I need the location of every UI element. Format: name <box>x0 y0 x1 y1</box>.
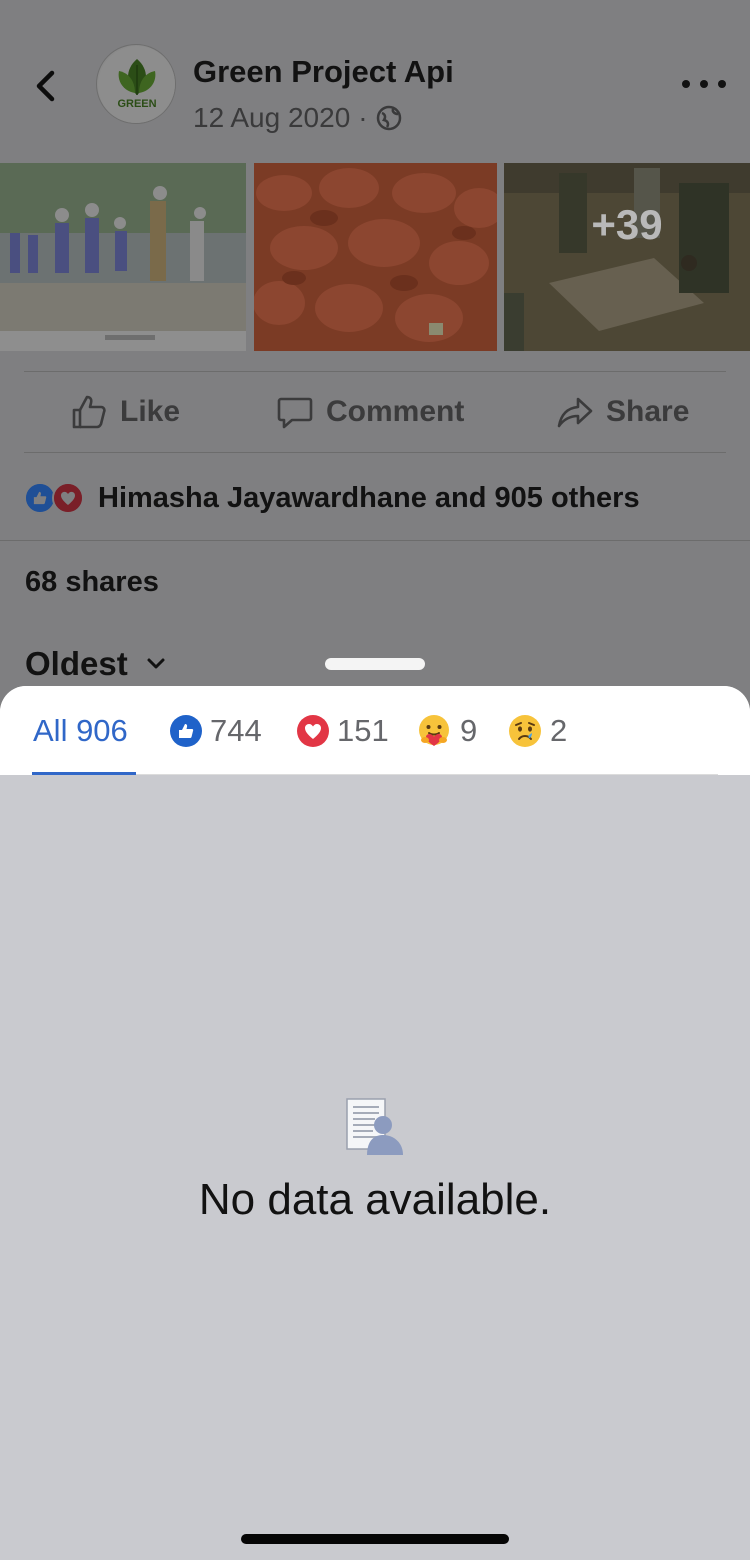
love-reaction-icon <box>52 482 84 514</box>
divider <box>0 540 750 541</box>
reaction-tabs: All 906 744 151 9 2 <box>0 686 750 776</box>
tab-like[interactable]: 744 <box>170 686 262 775</box>
tab-love-count: 151 <box>337 712 389 748</box>
globe-icon <box>376 105 401 131</box>
empty-message: No data available. <box>198 1175 552 1224</box>
like-icon <box>170 714 202 747</box>
love-icon <box>297 714 329 747</box>
chevron-down-icon <box>147 658 165 669</box>
sheet-grabber[interactable] <box>325 658 425 670</box>
share-arrow-icon <box>557 397 593 428</box>
more-options-button[interactable] <box>682 66 726 102</box>
post-photo-2[interactable] <box>254 163 497 351</box>
photo-orange-bags <box>254 163 497 351</box>
tab-sad[interactable]: 2 <box>508 686 567 775</box>
back-button[interactable] <box>30 68 66 104</box>
sort-label: Oldest <box>25 645 128 682</box>
svg-text:GREEN: GREEN <box>117 98 156 110</box>
shares-count[interactable]: 68 shares <box>25 566 159 599</box>
sort-dropdown[interactable]: Oldest <box>25 645 166 683</box>
like-button[interactable]: Like <box>70 372 180 452</box>
speech-bubble-icon <box>277 397 313 429</box>
comment-label: Comment <box>326 395 465 428</box>
tab-all-label: All 906 <box>33 712 128 748</box>
thumbs-up-icon <box>72 395 106 429</box>
tab-sad-count: 2 <box>550 712 568 748</box>
like-label: Like <box>120 395 181 428</box>
dot-icon <box>682 80 690 88</box>
post-date: 12 Aug 2020 <box>193 102 351 133</box>
post-action-bar: Like Comment Share <box>24 371 726 453</box>
post-header: GREEN Green Project Api 12 Aug 2020 · <box>0 40 750 140</box>
page-avatar[interactable]: GREEN <box>96 44 176 124</box>
tab-care[interactable]: 9 <box>416 686 477 775</box>
chevron-left-icon <box>36 70 55 102</box>
tab-all[interactable]: All 906 <box>33 686 128 775</box>
tab-care-count: 9 <box>460 712 478 748</box>
more-photos-count: +39 <box>591 201 663 248</box>
sad-icon <box>509 714 541 747</box>
tab-like-count: 744 <box>210 712 262 748</box>
share-label: Share <box>606 395 690 428</box>
empty-document-person-icon <box>346 1098 403 1155</box>
post-meta: 12 Aug 2020 · <box>193 102 402 134</box>
dot-icon <box>718 80 726 88</box>
reactions-summary[interactable]: Himasha Jayawardhane and 905 others <box>24 478 640 518</box>
share-button[interactable]: Share <box>556 372 689 452</box>
photo-tree-planting <box>504 163 750 351</box>
post-background: GREEN Green Project Api 12 Aug 2020 · +3… <box>0 0 750 700</box>
reactions-summary-text: Himasha Jayawardhane and 905 others <box>98 481 640 514</box>
post-photo-3[interactable]: +39 <box>504 163 750 351</box>
tab-love[interactable]: 151 <box>297 686 389 775</box>
post-photo-1[interactable] <box>0 163 246 351</box>
leaf-logo-icon: GREEN <box>98 46 175 123</box>
reactions-sheet: All 906 744 151 9 2 No data available. <box>0 686 750 1560</box>
empty-state: No data available. <box>0 775 750 1560</box>
care-icon <box>419 714 449 746</box>
photo-children-walking <box>0 163 246 351</box>
meta-separator: · <box>358 102 368 133</box>
home-indicator <box>241 1534 509 1544</box>
dot-icon <box>700 80 708 88</box>
page-name[interactable]: Green Project Api <box>193 54 454 90</box>
photo-grid: +39 <box>0 163 750 351</box>
comment-button[interactable]: Comment <box>276 372 464 452</box>
reaction-icons <box>24 480 88 516</box>
